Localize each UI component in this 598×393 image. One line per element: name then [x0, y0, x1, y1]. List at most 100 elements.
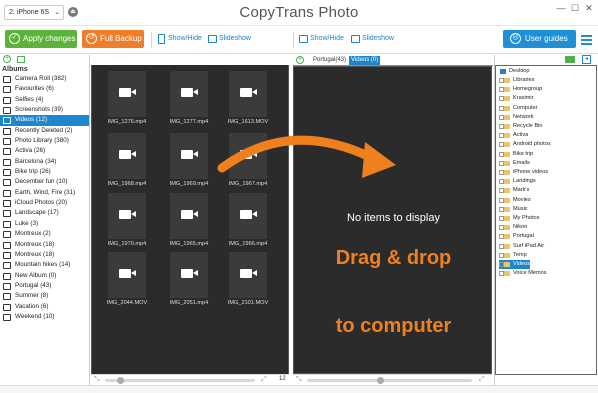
tree-node[interactable]: Voice Memos	[499, 269, 547, 278]
tree-node[interactable]: Portugal	[499, 232, 534, 241]
album-item[interactable]: Mountain hikes (14)	[0, 260, 89, 270]
desktop-icon	[500, 69, 506, 74]
tree-node[interactable]: Movies	[499, 196, 531, 205]
left-show-hide-button[interactable]: Show/Hide	[156, 34, 202, 44]
tree-node[interactable]: Music	[499, 205, 528, 214]
video-thumbnail[interactable]	[229, 133, 267, 179]
video-thumbnail[interactable]	[108, 71, 146, 117]
tree-node[interactable]: My Photos	[499, 214, 539, 223]
album-item[interactable]: Activa (26)	[0, 146, 89, 156]
video-thumbnail[interactable]	[108, 133, 146, 179]
tree-node[interactable]: Temp	[499, 251, 527, 260]
tree-node[interactable]: Landings	[499, 177, 536, 186]
tree-node[interactable]: Activa	[499, 131, 528, 140]
person-icon	[3, 96, 11, 104]
tree-node-label: Surf iPad Air	[513, 242, 545, 249]
album-item[interactable]: Landscape (17)	[0, 208, 89, 218]
user-guides-button[interactable]: ◎ User guides	[503, 30, 576, 48]
album-item[interactable]: New Album (0)	[0, 271, 89, 281]
video-thumbnail[interactable]	[170, 133, 208, 179]
tree-node[interactable]: Nikon	[499, 223, 527, 232]
albums-panel: + Albums Camera Roll (382) Favourites (6)…	[0, 55, 90, 385]
album-icon	[3, 148, 11, 156]
maximize-icon[interactable]: ☐	[568, 3, 582, 14]
right-show-hide-button[interactable]: Show/Hide	[298, 35, 344, 43]
album-item[interactable]: Earth, Wind, Fire (31)	[0, 188, 89, 198]
video-thumbnail[interactable]	[229, 71, 267, 117]
folder-icon	[504, 87, 510, 93]
album-label: Bike trip (26)	[15, 168, 51, 176]
album-label: Landscape (17)	[15, 209, 59, 217]
album-item[interactable]: Weekend (10)	[0, 312, 89, 322]
album-item[interactable]: Camera Roll (382)	[0, 74, 89, 84]
tree-node[interactable]: Network	[499, 113, 534, 122]
new-folder-icon[interactable]	[565, 56, 575, 63]
close-icon[interactable]: ✕	[582, 3, 596, 14]
video-thumbnail[interactable]	[170, 252, 208, 298]
album-item[interactable]: Videos (12)	[0, 115, 89, 126]
album-item[interactable]: Favourites (6)	[0, 84, 89, 94]
add-tab-icon[interactable]: +	[296, 56, 304, 64]
zoom-in-icon[interactable]: ⤢	[261, 376, 267, 384]
full-backup-button[interactable]: ↺ Full Backup	[82, 30, 144, 48]
tab-videos[interactable]: Videos (0)	[349, 56, 381, 65]
zoom-in-icon[interactable]: ⤢	[479, 376, 485, 384]
pc-drop-panel[interactable]: No items to display Drag & drop to compu…	[293, 66, 492, 374]
pc-zoom-slider[interactable]	[307, 377, 472, 384]
menu-icon[interactable]	[581, 35, 592, 47]
album-item[interactable]: December fun (10)	[0, 177, 89, 187]
tree-node-label: Videos	[513, 261, 531, 267]
album-item[interactable]: Montreux (18)	[0, 250, 89, 260]
zoom-out-icon[interactable]: ⤡	[296, 376, 302, 384]
album-item[interactable]: Bike trip (26)	[0, 167, 89, 177]
album-item[interactable]: Recently Deleted (2)	[0, 126, 89, 136]
folder-tree-panel: ◂ Desktop Libraries Homegroup Krasimir Compu…	[494, 55, 598, 385]
video-thumbnail[interactable]	[229, 252, 267, 298]
video-thumbnail[interactable]	[108, 193, 146, 239]
video-thumbnail[interactable]	[108, 252, 146, 298]
tree-node[interactable]: Homegroup	[499, 85, 542, 94]
tree-node[interactable]: Emails	[499, 159, 530, 168]
album-item[interactable]: Luke (3)	[0, 219, 89, 229]
album-item[interactable]: Screenshots (39)	[0, 105, 89, 115]
tree-node[interactable]: Android photos	[499, 140, 551, 149]
zoom-slider[interactable]	[105, 377, 255, 384]
tree-node[interactable]: Krasimir	[499, 94, 534, 103]
collapse-icon[interactable]: ◂	[582, 55, 591, 64]
add-album-icon[interactable]: +	[3, 55, 11, 63]
album-item[interactable]: iCloud Photos (20)	[0, 198, 89, 208]
thumbnail-filename: IMG_1967.mp4	[228, 181, 268, 187]
tree-node[interactable]: Libraries	[499, 76, 534, 85]
tree-node-desktop[interactable]: Desktop	[498, 67, 530, 76]
folder-icon	[504, 216, 510, 221]
album-item[interactable]: Portugal (43)	[0, 281, 89, 291]
album-item[interactable]: Montreux (2)	[0, 229, 89, 239]
tab-portugal[interactable]: Portugal(43)	[311, 56, 348, 65]
zoom-out-icon[interactable]: ⤡	[94, 376, 100, 384]
tree-node[interactable]: Videos	[499, 260, 531, 269]
apply-changes-button[interactable]: ✓ Apply changes	[5, 30, 77, 48]
tree-node[interactable]: Recycle Bin	[499, 122, 543, 131]
tree-node-label: Nikon	[513, 224, 528, 231]
tree-node[interactable]: iPhone videos	[499, 168, 548, 177]
album-item[interactable]: Selfies (4)	[0, 95, 89, 105]
album-item[interactable]: Photo Library (380)	[0, 136, 89, 146]
right-slideshow-button[interactable]: Slideshow	[350, 35, 394, 43]
tree-node[interactable]: Mark's	[499, 186, 529, 195]
video-thumbnail[interactable]	[170, 71, 208, 117]
tree-node[interactable]: Bike trip	[499, 150, 533, 159]
pc-zoom-slider-knob[interactable]	[377, 377, 384, 384]
album-item[interactable]: Vacation (6)	[0, 302, 89, 312]
expand-icon[interactable]	[17, 56, 25, 63]
video-thumbnail[interactable]	[170, 193, 208, 239]
album-item[interactable]: Summer (8)	[0, 291, 89, 301]
album-icon	[3, 293, 11, 301]
zoom-slider-knob[interactable]	[117, 377, 124, 384]
album-item[interactable]: Barcelona (34)	[0, 157, 89, 167]
left-slideshow-button[interactable]: Slideshow	[207, 35, 251, 43]
album-item[interactable]: Montreux (18)	[0, 240, 89, 250]
tree-node[interactable]: Surf iPad Air	[499, 242, 544, 251]
minimize-icon[interactable]: —	[554, 3, 568, 13]
video-thumbnail[interactable]	[229, 193, 267, 239]
tree-node[interactable]: Computer	[499, 104, 538, 113]
